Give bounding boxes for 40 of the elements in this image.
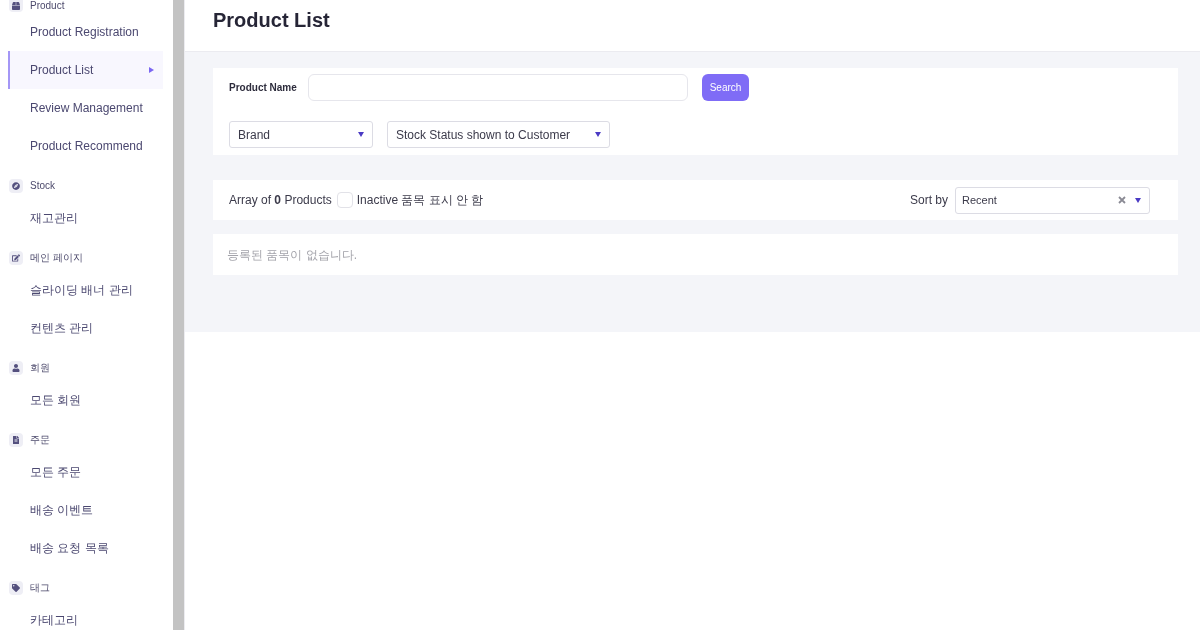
box-icon	[9, 0, 23, 12]
sidebar-item[interactable]: 슬라이딩 배너 관리	[8, 271, 163, 309]
caret-icon	[595, 132, 601, 137]
sort-label: Sort by	[910, 192, 948, 209]
product-count: Array of 0 Products	[229, 192, 332, 209]
dropdown-select[interactable]: Stock Status shown to Customer	[387, 121, 610, 148]
sidebar-section-title: 메인 페이지	[30, 252, 83, 264]
sidebar-section-title: Stock	[30, 180, 55, 192]
scrollbar[interactable]	[173, 0, 184, 630]
sidebar-section-title: 회원	[30, 362, 50, 374]
sidebar-section-title: 주문	[30, 434, 50, 446]
sidebar-item[interactable]: Product Registration	[8, 13, 163, 51]
sidebar-section-title: 태그	[30, 582, 50, 594]
clear-icon[interactable]	[1118, 196, 1126, 204]
caret-icon	[1135, 197, 1141, 203]
search-button[interactable]: Search	[702, 74, 749, 101]
user-icon	[9, 361, 23, 375]
sidebar-item[interactable]: 배송 요청 목록	[8, 529, 163, 567]
sidebar-item[interactable]: 모든 주문	[8, 453, 163, 491]
product-name-label: Product Name	[229, 81, 298, 95]
tag-icon	[9, 581, 23, 595]
sidebar-item[interactable]: 컨텐츠 관리	[8, 309, 163, 347]
caret-icon	[358, 132, 364, 137]
sort-select[interactable]: Recent	[955, 186, 1150, 214]
sidebar-item[interactable]: 재고관리	[8, 199, 163, 237]
sidebar-item[interactable]: 모든 회원	[8, 381, 163, 419]
sidebar-section-title: Product	[30, 0, 65, 12]
compass-icon	[9, 179, 23, 193]
page-title: Product List	[213, 9, 330, 30]
triangle-right-icon	[149, 67, 154, 73]
sidebar-item[interactable]: 카테고리	[8, 601, 163, 630]
document-icon	[9, 433, 23, 447]
sidebar-item[interactable]: Product Recommend	[8, 127, 163, 165]
edit-icon	[9, 251, 23, 265]
sidebar-item[interactable]: Review Management	[8, 89, 163, 127]
dropdown-select[interactable]: Brand	[229, 121, 373, 148]
empty-message: 등록된 품목이 없습니다.	[227, 246, 357, 264]
sidebar-item[interactable]: 배송 이벤트	[8, 491, 163, 529]
sidebar-item[interactable]: Product List	[8, 51, 163, 89]
product-name-input[interactable]	[308, 74, 688, 101]
